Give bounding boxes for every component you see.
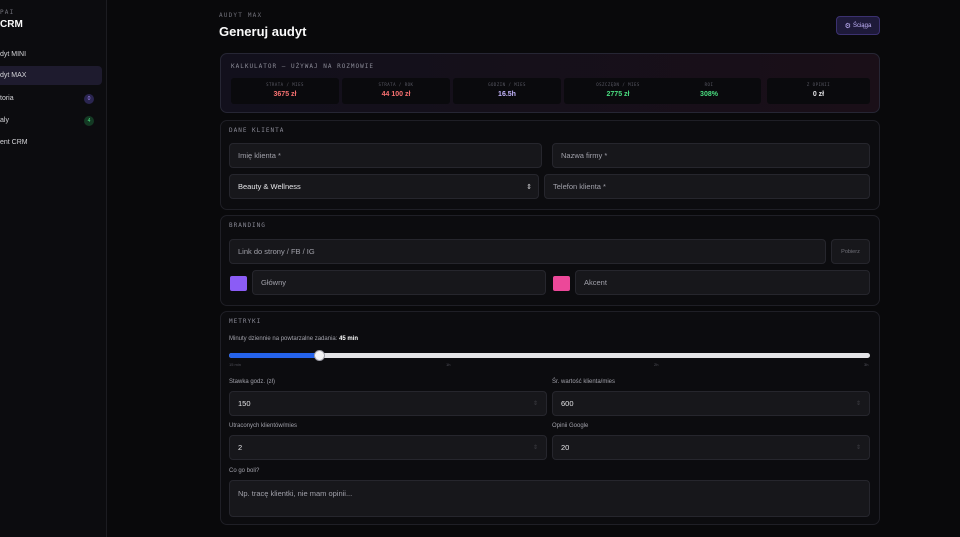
- stat-label: STRATA / MIES: [266, 82, 304, 87]
- sidebar-item-label: ent CRM: [0, 139, 28, 146]
- section-title: METRYKI: [229, 318, 262, 325]
- sidebar-item-audit-mini[interactable]: dyt MINI: [0, 45, 102, 64]
- client-phone-input[interactable]: Telefon klienta *: [544, 174, 870, 199]
- brand-title: CRM: [0, 19, 23, 30]
- industry-value: Beauty & Wellness: [238, 182, 301, 191]
- google-reviews-input[interactable]: 20 ⇕: [552, 435, 870, 460]
- stat-value: 44 100 zł: [381, 91, 411, 98]
- sidebar-item-label: dyt MAX: [0, 72, 27, 79]
- avg-client-value: 600: [561, 399, 574, 408]
- sidebar-item-client-crm[interactable]: ent CRM: [0, 133, 102, 152]
- slider-value: 45 min: [339, 336, 359, 342]
- pain-points-label: Co go boli?: [229, 468, 260, 474]
- stepper-icon: ⇕: [855, 445, 861, 451]
- stat-value: 308%: [700, 91, 718, 98]
- google-reviews-label: Opinii Google: [552, 423, 589, 429]
- page-eyebrow: AUDYT MAX: [219, 12, 263, 19]
- minutes-slider-track[interactable]: [229, 349, 870, 361]
- avg-client-value-label: Śr. wartość klienta/mies: [552, 379, 616, 385]
- fetch-button[interactable]: Pobierz: [831, 239, 870, 264]
- stat-yearly-loss: STRATA / ROK 44 100 zł: [342, 78, 450, 104]
- sidebar-item-label: aly: [0, 117, 9, 124]
- lost-clients-value: 2: [238, 443, 243, 452]
- sidebar-item-deals[interactable]: aly 4: [0, 111, 102, 130]
- page-title: Generuj audyt: [219, 24, 307, 39]
- slider-label-text: Minuty dziennie na powtarzalne zadania:: [229, 336, 338, 342]
- accent-color-swatch[interactable]: [553, 276, 570, 291]
- stat-value: 16.5h: [498, 91, 516, 98]
- slider-tick: 15 min: [229, 362, 242, 367]
- sidebar-item-history[interactable]: toria 0: [0, 89, 102, 108]
- slider-tick: 1h: [446, 362, 451, 367]
- hourly-rate-value: 150: [238, 399, 251, 408]
- calculator-panel: KALKULATOR — UŻYWAJ NA ROZMOWIE STRATA /…: [220, 53, 880, 113]
- count-badge: 0: [84, 93, 94, 104]
- calculator-title: KALKULATOR — UŻYWAJ NA ROZMOWIE: [231, 63, 374, 70]
- stepper-icon: ⇕: [532, 445, 538, 451]
- section-title: BRANDING: [229, 222, 266, 229]
- hourly-rate-input[interactable]: 150 ⇕: [229, 391, 547, 416]
- sidebar-item-label: dyt MINI: [0, 51, 27, 58]
- slider-fill: [229, 353, 319, 358]
- lost-clients-input[interactable]: 2 ⇕: [229, 435, 547, 460]
- main-content: AUDYT MAX Generuj audyt ⚙ Ściąga KALKULA…: [107, 0, 960, 537]
- sidebar: PAI CRM dyt MINI dyt MAX toria 0 aly 4 e…: [0, 0, 107, 537]
- slider-tick: 3h: [864, 362, 869, 367]
- stat-label: STRATA / ROK: [378, 82, 414, 87]
- slider-label: Minuty dziennie na powtarzalne zadania: …: [229, 336, 358, 342]
- stat-label: GODZIN / MIES: [488, 82, 526, 87]
- industry-select[interactable]: Beauty & Wellness ⇕: [229, 174, 539, 199]
- count-badge: 4: [84, 115, 94, 126]
- section-title: DANE KLIENTA: [229, 127, 285, 134]
- primary-color-swatch[interactable]: [230, 276, 247, 291]
- stat-label: ROI: [704, 82, 714, 87]
- stat-value: 2775 zł: [606, 91, 630, 98]
- hourly-rate-label: Stawka godz. (zł): [229, 379, 276, 385]
- sidebar-item-audit-max[interactable]: dyt MAX: [0, 66, 102, 85]
- slider-thumb[interactable]: [314, 349, 325, 361]
- company-name-input[interactable]: Nazwa firmy *: [552, 143, 870, 168]
- cheat-sheet-button[interactable]: ⚙ Ściąga: [836, 16, 880, 35]
- stat-value: 3675 zł: [273, 91, 297, 98]
- stepper-icon: ⇕: [532, 401, 538, 407]
- stat-value: 0 zł: [812, 91, 825, 98]
- website-link-input[interactable]: Link do strony / FB / IG: [229, 239, 826, 264]
- lost-clients-label: Utraconych klientów/mies: [229, 423, 298, 429]
- stat-roi: ROI 308%: [657, 78, 761, 104]
- sidebar-item-label: toria: [0, 95, 14, 102]
- stat-label: Z OPINII: [806, 82, 831, 87]
- stat-hours: GODZIN / MIES 16.5h: [453, 78, 561, 104]
- stat-from-reviews: Z OPINII 0 zł: [767, 78, 870, 104]
- slider-tick: 2h: [654, 362, 659, 367]
- settings-icon: ⚙: [844, 22, 851, 30]
- stat-monthly-loss: STRATA / MIES 3675 zł: [231, 78, 339, 104]
- accent-color-input[interactable]: Akcent: [575, 270, 870, 295]
- client-name-input[interactable]: Imię klienta *: [229, 143, 542, 168]
- pain-points-textarea[interactable]: Np. tracę klientki, nie mam opinii...: [229, 480, 870, 517]
- avg-client-value-input[interactable]: 600 ⇕: [552, 391, 870, 416]
- stat-label: OSZCZĘDN / MIES: [596, 82, 640, 87]
- stat-savings: OSZCZĘDN / MIES 2775 zł: [564, 78, 672, 104]
- select-arrows-icon: ⇕: [526, 183, 532, 191]
- stepper-icon: ⇕: [855, 401, 861, 407]
- cheat-sheet-label: Ściąga: [852, 22, 872, 29]
- google-reviews-value: 20: [561, 443, 570, 452]
- brand-eyebrow: PAI: [0, 9, 15, 16]
- primary-color-input[interactable]: Główny: [252, 270, 546, 295]
